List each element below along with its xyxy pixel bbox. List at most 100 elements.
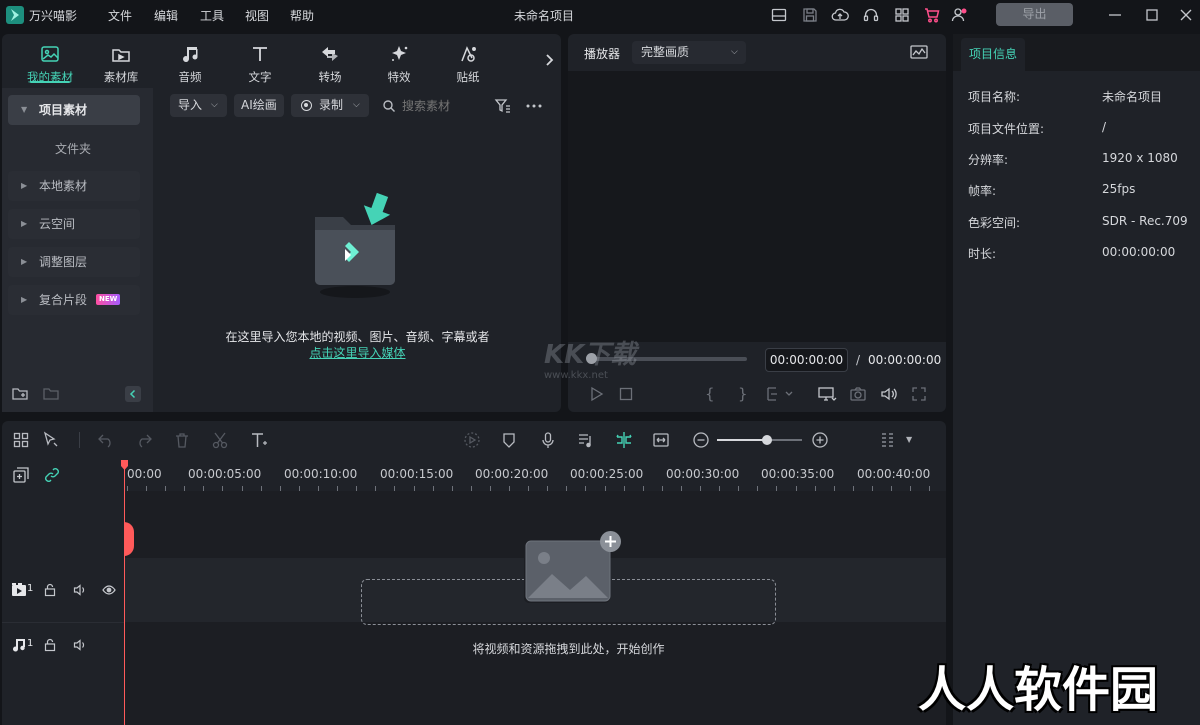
more-options-icon[interactable] <box>525 97 543 115</box>
filter-sort-icon[interactable] <box>494 97 512 115</box>
text-tool-icon[interactable] <box>250 431 268 449</box>
eye-icon[interactable] <box>102 583 116 597</box>
fullscreen-icon[interactable] <box>911 386 927 402</box>
layout-icon[interactable] <box>770 6 788 24</box>
microphone-icon[interactable] <box>539 431 557 449</box>
menu-edit[interactable]: 编辑 <box>154 7 178 24</box>
playhead-line[interactable] <box>124 460 125 725</box>
search-input[interactable] <box>402 96 482 116</box>
tab-text[interactable]: 文字 <box>230 44 290 85</box>
ruler-label: 00:00:30:00 <box>666 467 740 481</box>
info-label-framerate: 帧率: <box>968 184 997 198</box>
menu-tools[interactable]: 工具 <box>200 7 224 24</box>
ai-paint-button[interactable]: AI绘画 <box>234 94 284 117</box>
stop-icon[interactable] <box>618 386 634 402</box>
export-button[interactable]: 导出 <box>996 3 1073 26</box>
zoom-out-icon[interactable] <box>692 431 710 449</box>
mark-in-icon[interactable]: { <box>705 386 719 402</box>
menu-file[interactable]: 文件 <box>108 7 132 24</box>
tab-library[interactable]: 素材库 <box>91 44 151 85</box>
tab-audio[interactable]: 音频 <box>160 44 220 85</box>
ruler-tick <box>796 486 797 491</box>
drop-media-image-icon <box>522 540 612 606</box>
grid-apps-icon[interactable] <box>893 6 911 24</box>
speaker-icon[interactable] <box>73 638 87 652</box>
zoom-in-icon[interactable] <box>811 431 829 449</box>
chevron-right-icon[interactable] <box>543 52 555 68</box>
import-dropdown[interactable]: 导入 ⌵ <box>170 94 227 117</box>
speaker-icon[interactable] <box>73 583 87 597</box>
ruler-tick <box>700 486 701 491</box>
cloud-upload-icon[interactable] <box>831 6 849 24</box>
volume-icon[interactable] <box>880 386 898 402</box>
sidebar-item-project-media[interactable]: ▼ 项目素材 <box>8 95 140 125</box>
ruler-tick <box>471 486 472 491</box>
ruler-tick <box>929 486 930 491</box>
ruler-label: 00:00:20:00 <box>475 467 549 481</box>
ruler-tick <box>299 486 300 491</box>
tab-my-media[interactable]: 我的素材 <box>20 44 80 85</box>
collapse-sidebar-button[interactable] <box>125 386 141 402</box>
close-icon[interactable] <box>1177 6 1195 24</box>
tab-stickers[interactable]: 贴纸 <box>438 44 498 85</box>
snapshot-camera-icon[interactable] <box>849 386 867 402</box>
sidebar-folder[interactable]: 文件夹 <box>55 140 91 157</box>
music-list-icon[interactable] <box>577 431 595 449</box>
sidebar-item-local-media[interactable]: ▶ 本地素材 <box>8 171 140 201</box>
ai-paint-label: AI绘画 <box>241 98 277 112</box>
menu-help[interactable]: 帮助 <box>290 7 314 24</box>
fit-timeline-icon[interactable] <box>652 431 670 449</box>
tab-project-info[interactable]: 项目信息 <box>961 38 1025 71</box>
snap-magnet-icon[interactable] <box>615 431 633 449</box>
save-icon[interactable] <box>801 6 819 24</box>
sidebar-item-adjustment-layer[interactable]: ▶ 调整图层 <box>8 247 140 277</box>
scissors-icon[interactable] <box>211 431 229 449</box>
select-pointer-icon[interactable] <box>42 431 60 449</box>
render-preview-icon[interactable] <box>463 431 481 449</box>
lock-icon[interactable] <box>43 638 57 652</box>
current-time-field[interactable]: 00:00:00:00 <box>765 348 848 372</box>
zoom-slider-handle[interactable] <box>762 435 772 445</box>
marker-shield-icon[interactable] <box>500 431 518 449</box>
redo-icon[interactable] <box>135 431 153 449</box>
caret-down-icon[interactable]: ▼ <box>906 435 912 444</box>
user-icon[interactable] <box>950 6 968 24</box>
tab-effects[interactable]: 特效 <box>369 44 429 85</box>
import-media-illustration-icon[interactable] <box>305 192 405 302</box>
ruler-tick <box>184 486 185 491</box>
playhead-scissor-tab[interactable] <box>124 522 134 556</box>
waveform-scope-icon[interactable] <box>909 43 929 61</box>
cart-icon[interactable] <box>923 6 941 24</box>
mark-out-icon[interactable]: } <box>738 386 752 402</box>
record-dropdown[interactable]: 录制 ⌵ <box>291 94 369 117</box>
quality-dropdown[interactable]: 完整画质 ⌵ <box>632 41 746 64</box>
new-folder-icon[interactable] <box>11 386 29 402</box>
insert-clip-icon[interactable] <box>766 386 796 402</box>
play-icon[interactable] <box>588 386 604 402</box>
headset-icon[interactable] <box>862 6 880 24</box>
ruler-tick <box>318 486 319 491</box>
player-label: 播放器 <box>584 47 621 61</box>
sidebar-item-compound-clip[interactable]: ▶ 复合片段 NEW <box>8 285 140 315</box>
minimize-icon[interactable] <box>1106 6 1124 24</box>
track-height-icon[interactable] <box>879 431 897 449</box>
tab-transition-label: 转场 <box>318 70 342 84</box>
info-value-resolution: 1920 x 1080 <box>1102 151 1178 165</box>
display-monitor-icon[interactable] <box>817 386 837 402</box>
record-icon <box>301 100 312 111</box>
tab-transition[interactable]: 转场 <box>300 44 360 85</box>
maximize-icon[interactable] <box>1143 6 1161 24</box>
add-plus-icon[interactable] <box>600 531 621 552</box>
delete-icon[interactable] <box>173 431 191 449</box>
sidebar-item-cloud[interactable]: ▶ 云空间 <box>8 209 140 239</box>
import-media-link[interactable]: 点击这里导入媒体 <box>160 344 555 361</box>
link-icon[interactable] <box>43 466 61 484</box>
menu-view[interactable]: 视图 <box>245 7 269 24</box>
layout-grid-icon[interactable] <box>12 431 30 449</box>
ruler-tick <box>662 486 663 491</box>
add-track-icon[interactable] <box>12 466 30 484</box>
folder-icon[interactable] <box>42 386 60 402</box>
transition-icon <box>319 44 341 64</box>
lock-icon[interactable] <box>43 583 57 597</box>
undo-icon[interactable] <box>97 431 115 449</box>
